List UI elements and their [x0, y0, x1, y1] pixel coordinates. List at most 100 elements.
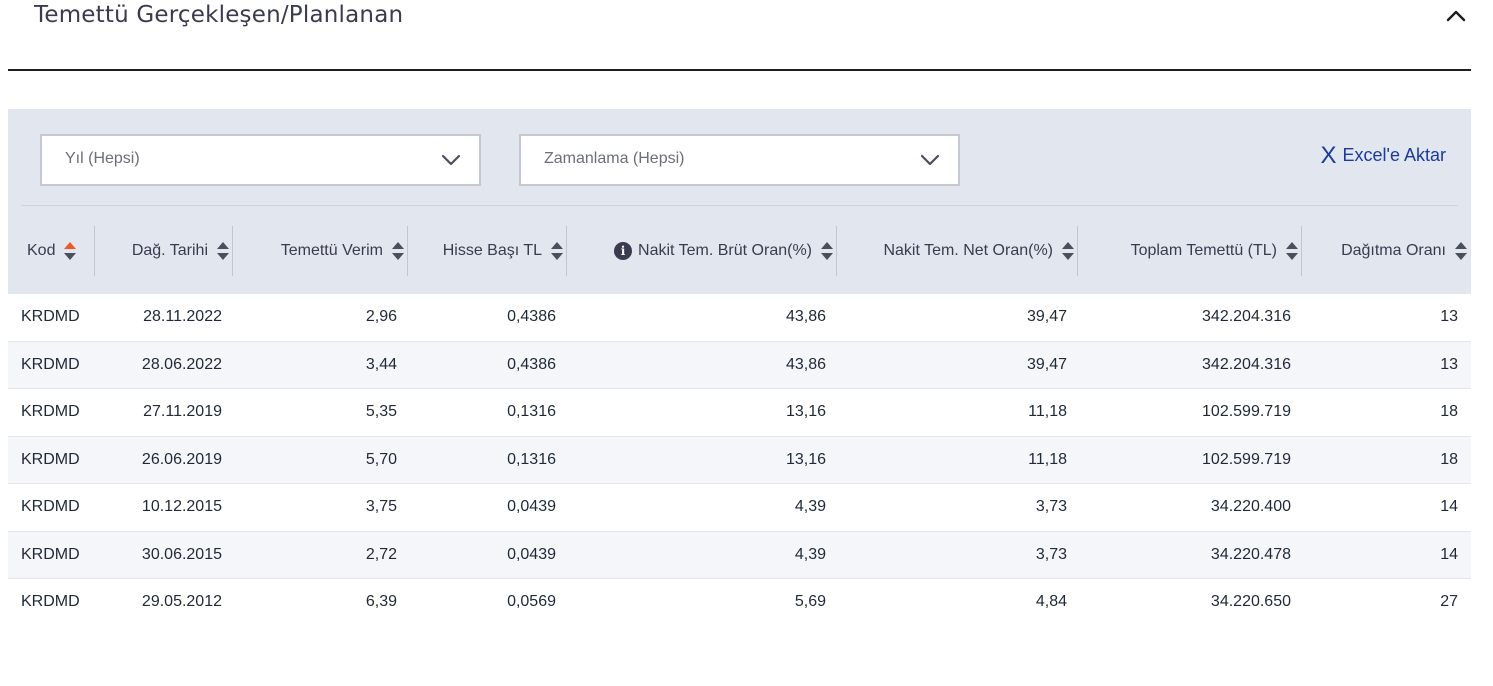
excel-icon: X — [1320, 141, 1337, 169]
table-cell: 3,73 — [1035, 498, 1067, 515]
table-row[interactable]: KRDMD 28.11.2022 2,96 0,4386 43,86 39,47 342.2… — [8, 294, 1471, 342]
column-header-4[interactable]: Hisse Başı TL — [426, 226, 564, 276]
column-header-label: Dağıtma Oranı — [1341, 242, 1446, 259]
column-header-label: Nakit Tem. Net Oran(%) — [883, 242, 1053, 259]
chevron-down-icon — [441, 152, 461, 166]
sort-icon[interactable] — [820, 241, 834, 261]
table-cell: 18 — [1440, 450, 1458, 468]
sort-icon[interactable] — [1454, 241, 1468, 261]
column-separator — [1301, 226, 1302, 276]
dividend-section-header: Temettü Gerçekleşen/Planlanan — [8, 0, 1471, 71]
column-header-8[interactable]: Dağıtma Oranı — [1321, 226, 1468, 276]
table-cell: 5,70 — [365, 450, 397, 468]
table-cell: 43,86 — [785, 308, 826, 325]
table-cell: 34.220.478 — [1210, 545, 1291, 563]
table-cell: 342.204.316 — [1202, 355, 1291, 373]
table-cell: 3,75 — [365, 498, 397, 515]
column-header-7[interactable]: Toplam Temettü (TL) — [1096, 226, 1299, 276]
table-cell: 13,16 — [785, 403, 826, 420]
table-cell: 14 — [1440, 545, 1458, 563]
column-header-label: Temettü Verim — [280, 242, 383, 259]
table-cell: 29.05.2012 — [141, 593, 222, 610]
table-row[interactable]: KRDMD 30.06.2015 2,72 0,0439 4,39 3,73 34.220.… — [8, 531, 1471, 579]
table-cell: 39,47 — [1026, 355, 1067, 373]
column-header-label: Hisse Başı TL — [442, 242, 542, 259]
table-cell: 13 — [1440, 355, 1458, 373]
info-icon[interactable]: i — [614, 242, 633, 260]
table-cell: 39,47 — [1026, 308, 1067, 325]
table-cell: 5,69 — [794, 593, 826, 610]
section-title: Temettü Gerçekleşen/Planlanan — [34, 2, 404, 28]
table-cell: 27 — [1440, 593, 1458, 610]
column-header-5[interactable]: i Nakit Tem. Brüt Oran(%) — [585, 226, 834, 276]
sort-active-icon[interactable] — [63, 241, 77, 261]
column-separator — [232, 226, 233, 276]
timing-filter-dropdown[interactable]: Zamanlama (Hepsi) — [519, 134, 960, 186]
table-cell: 28.11.2022 — [143, 308, 222, 325]
column-separator — [94, 226, 95, 276]
table-cell: 0,0569 — [507, 593, 556, 610]
table-cell: 30.06.2015 — [141, 545, 222, 563]
sort-icon[interactable] — [216, 241, 230, 261]
sort-icon[interactable] — [1285, 241, 1299, 261]
column-header-3[interactable]: Temettü Verim — [251, 226, 405, 276]
table-row[interactable]: KRDMD 26.06.2019 5,70 0,1316 13,16 11,18 102.5… — [8, 436, 1471, 484]
table-cell: 5,35 — [365, 403, 397, 420]
table-cell: 0,0439 — [507, 545, 556, 563]
column-header-label: Kod — [27, 242, 56, 259]
export-excel-button[interactable]: X Excel'e Aktar — [1320, 141, 1447, 169]
table-cell: 10.12.2015 — [141, 498, 222, 515]
table-cell: 0,1316 — [507, 450, 556, 468]
table-row[interactable]: KRDMD 27.11.2019 5,35 0,1316 13,16 11,18 102.5… — [8, 389, 1471, 437]
year-filter-dropdown[interactable]: Yıl (Hepsi) — [40, 134, 481, 186]
table-cell: 2,96 — [365, 308, 397, 325]
table-row[interactable]: KRDMD 10.12.2015 3,75 0,0439 4,39 3,73 34.220.… — [8, 484, 1471, 532]
table-cell: 43,86 — [785, 355, 826, 373]
sort-icon[interactable] — [391, 241, 405, 261]
timing-filter-value: Zamanlama (Hepsi) — [544, 150, 685, 167]
table-cell: 0,4386 — [507, 308, 556, 325]
sort-icon[interactable] — [1061, 241, 1075, 261]
table-cell: 0,0439 — [507, 498, 556, 515]
table-cell: 342.204.316 — [1202, 308, 1291, 325]
column-separator — [1077, 226, 1078, 276]
column-header-label: Nakit Tem. Brüt Oran(%) — [638, 242, 812, 259]
table-row[interactable]: KRDMD 29.05.2012 6,39 0,0569 5,69 4,84 34.220.… — [8, 579, 1471, 627]
column-header-6[interactable]: Nakit Tem. Net Oran(%) — [855, 226, 1075, 276]
table-cell: 3,44 — [365, 355, 397, 373]
table-cell: 34.220.650 — [1210, 593, 1291, 610]
column-header-1[interactable]: Kod — [27, 226, 94, 276]
dividend-table-panel: Yıl (Hepsi) Zamanlama (Hepsi) X Excel'e … — [8, 109, 1471, 294]
table-cell: 13,16 — [785, 450, 826, 468]
table-header: Kod Dağ. Tarihi Temettü Verim Hisse Başı TL… — [8, 226, 1471, 276]
table-body: KRDMD 28.11.2022 2,96 0,4386 43,86 39,47 342.2… — [8, 294, 1471, 627]
table-cell: 3,73 — [1035, 545, 1067, 563]
export-excel-label: Excel'e Aktar — [1342, 145, 1446, 165]
table-cell: 0,4386 — [507, 355, 556, 373]
table-cell: 13 — [1440, 308, 1458, 325]
table-cell: 28.06.2022 — [141, 355, 222, 373]
chevron-down-icon — [920, 152, 940, 166]
table-cell: 0,1316 — [507, 403, 556, 420]
column-header-label: Toplam Temettü (TL) — [1130, 242, 1277, 259]
table-row[interactable]: KRDMD 28.06.2022 3,44 0,4386 43,86 39,47 342.2… — [8, 341, 1471, 389]
column-separator — [566, 226, 567, 276]
table-cell: 11,18 — [1028, 450, 1067, 468]
table-cell: 2,72 — [365, 545, 397, 563]
collapse-chevron-up-icon[interactable] — [1445, 6, 1467, 26]
table-cell: 34.220.400 — [1210, 498, 1291, 515]
table-cell: 14 — [1440, 498, 1458, 515]
table-cell: 18 — [1440, 403, 1458, 420]
table-cell: 26.06.2019 — [141, 450, 222, 468]
filter-divider — [21, 205, 1458, 206]
table-cell: 102.599.719 — [1202, 403, 1291, 420]
sort-icon[interactable] — [550, 241, 564, 261]
table-cell: 6,39 — [365, 593, 397, 610]
table-cell: 4,39 — [794, 498, 826, 515]
table-cell: 11,18 — [1028, 403, 1067, 420]
column-separator — [836, 226, 837, 276]
column-header-2[interactable]: Dağ. Tarihi — [114, 226, 230, 276]
table-cell: 102.599.719 — [1202, 450, 1291, 468]
column-header-label: Dağ. Tarihi — [131, 242, 208, 259]
table-cell: 4,39 — [794, 545, 826, 563]
